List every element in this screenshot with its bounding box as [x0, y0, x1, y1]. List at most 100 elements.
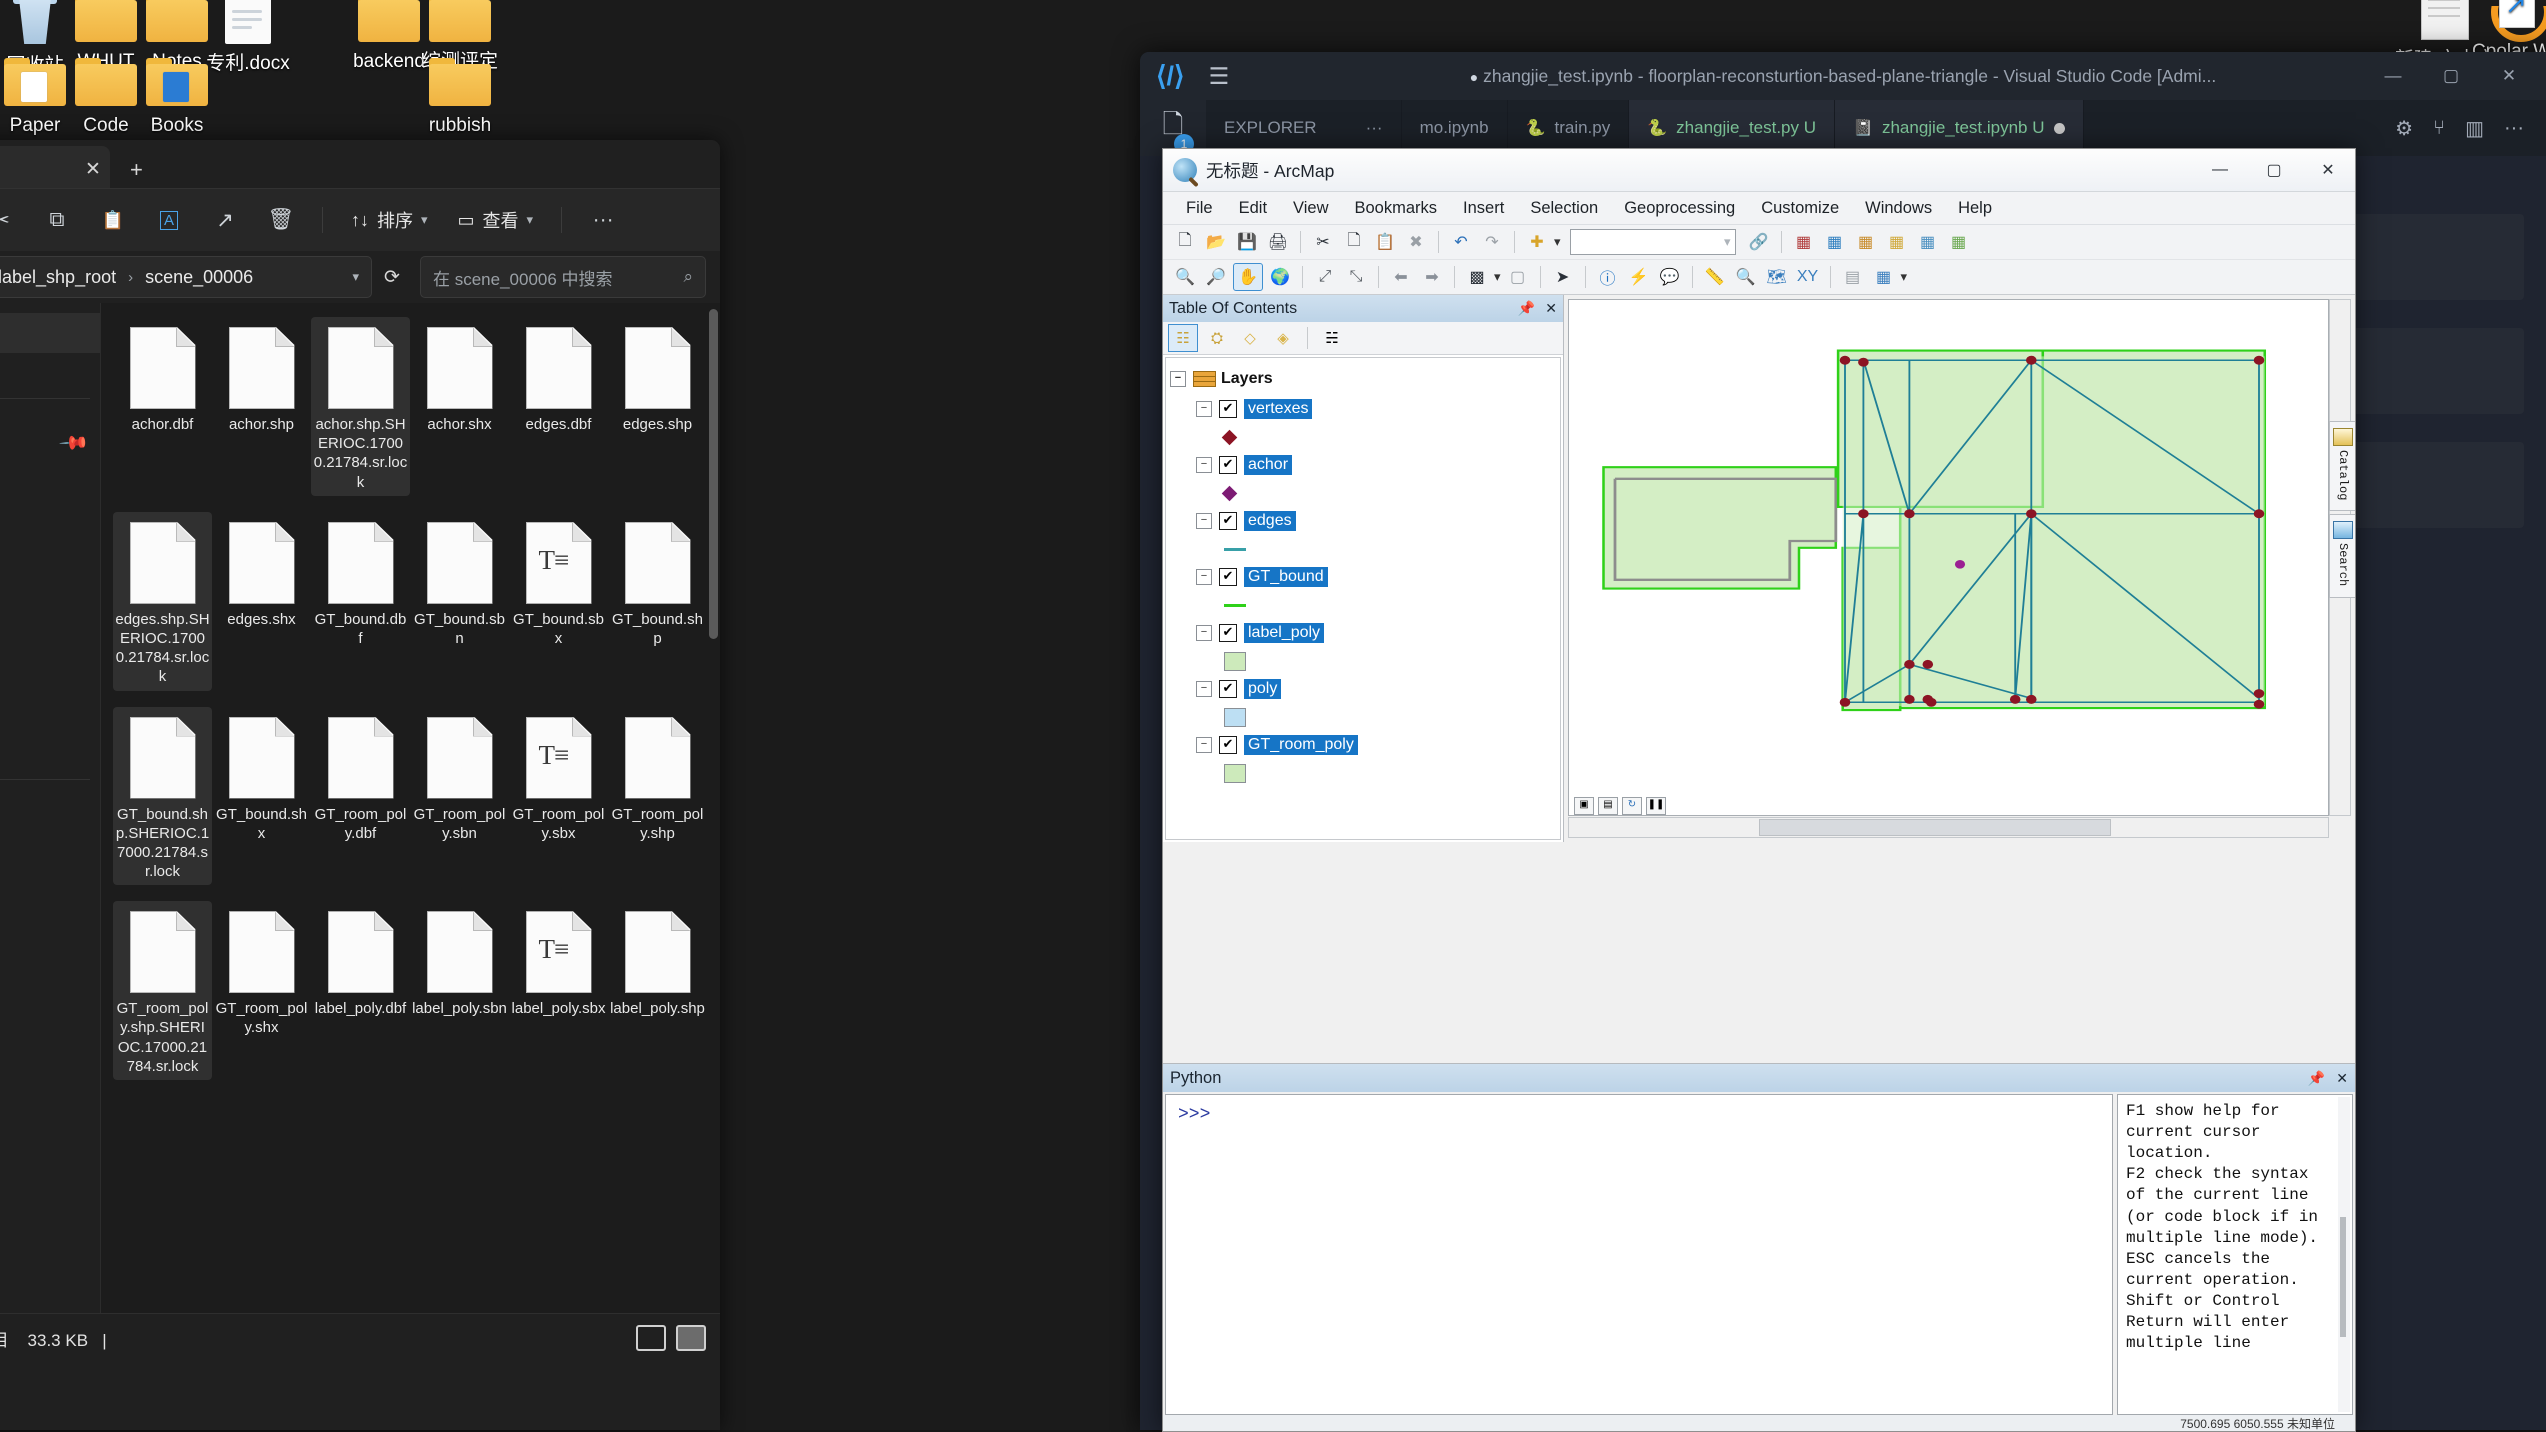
source-control-icon[interactable]: ⑂ [2433, 117, 2445, 140]
more-actions-icon[interactable]: ··· [1366, 118, 1383, 138]
open-icon[interactable]: 📂 [1202, 229, 1230, 255]
chevron-down-icon[interactable]: ▾ [352, 269, 359, 285]
file-item[interactable]: achor.shp [212, 317, 311, 496]
map-canvas[interactable] [1568, 299, 2329, 816]
fixed-zoom-in-icon[interactable]: ⤢ [1311, 264, 1339, 290]
file-item[interactable]: GT_bound.shp [608, 512, 707, 691]
minimize-icon[interactable]: — [2364, 52, 2422, 100]
menu-geoprocessing[interactable]: Geoprocessing [1611, 192, 1748, 224]
file-item[interactable]: achor.dbf [113, 317, 212, 496]
toolbox-icon[interactable]: ▦ [1790, 229, 1818, 255]
menu-selection[interactable]: Selection [1517, 192, 1611, 224]
file-item[interactable]: GT_room_poly.sbx [509, 707, 608, 886]
file-item[interactable]: GT_bound.shp.SHERIOC.17000.21784.sr.lock [113, 706, 212, 886]
go-back-icon[interactable]: ⬅ [1387, 264, 1415, 290]
file-item[interactable]: GT_bound.sbx [509, 512, 608, 691]
editor-window-icon[interactable]: ▦ [1870, 264, 1898, 290]
toc-layer-edges[interactable]: − ✔ edges [1170, 506, 1556, 536]
file-item[interactable]: edges.shx [212, 512, 311, 691]
close-icon[interactable]: ✕ [2480, 52, 2538, 100]
arcmap-docked-side-tabs[interactable]: Catalog Search [2329, 421, 2355, 601]
file-item[interactable]: GT_room_poly.sbn [410, 707, 509, 886]
close-icon[interactable]: ✕ [2336, 1070, 2348, 1087]
tab-actions[interactable]: ⚙ ⑂ ▥ ··· [2373, 100, 2546, 156]
rename-button[interactable]: A [146, 200, 192, 240]
file-item[interactable]: edges.shp [608, 317, 707, 496]
file-item[interactable]: GT_room_poly.dbf [311, 707, 410, 886]
menu-file[interactable]: File [1173, 192, 1226, 224]
layer-visibility-checkbox[interactable]: ✔ [1219, 624, 1237, 642]
close-icon[interactable]: ✕ [85, 158, 101, 181]
file-item[interactable]: GT_bound.shx [212, 707, 311, 886]
html-popup-icon[interactable]: 💬 [1656, 264, 1684, 290]
large-icons-view-icon[interactable] [676, 1325, 706, 1351]
new-document-icon[interactable]: 🗋 [1171, 229, 1199, 255]
minimize-icon[interactable]: — [2193, 149, 2247, 191]
copy-icon[interactable]: 🗋 [1340, 229, 1368, 255]
zoom-out-icon[interactable]: 🔎 [1202, 264, 1230, 290]
side-tab-search[interactable]: Search [2329, 514, 2355, 598]
copy-button[interactable]: ⧉ [34, 200, 80, 240]
desktop-icon-books[interactable]: Books [112, 58, 242, 138]
identify-icon[interactable]: ⓘ [1594, 264, 1622, 290]
arcmap-window[interactable]: 无标题 - ArcMap — ▢ ✕ File Edit View Bookma… [1162, 148, 2356, 1432]
data-view-icon[interactable]: ▣ [1574, 797, 1594, 815]
map-scale-combo[interactable]: ▾ [1569, 229, 1736, 255]
pin-icon[interactable]: 📌 [2308, 1070, 2325, 1087]
explorer-navigation-pane[interactable]: Personal 📌 :) [0, 303, 101, 1313]
file-item[interactable]: label_poly.shp [608, 901, 707, 1080]
layer-name-label[interactable]: GT_bound [1244, 567, 1328, 587]
toc-layer-label_poly[interactable]: − ✔ label_poly [1170, 618, 1556, 648]
search-input[interactable]: 在 scene_00006 中搜索 ⌕ [420, 256, 706, 298]
layer-visibility-checkbox[interactable]: ✔ [1219, 680, 1237, 698]
breadcrumb-item-root[interactable]: label_shp_root [0, 267, 116, 288]
explorer-address-row[interactable]: › label_shp_root › scene_00006 ▾ ⟳ 在 sce… [0, 251, 720, 303]
toc-root-layers[interactable]: − Layers [1170, 364, 1556, 394]
python-console-input[interactable]: >>> [1165, 1094, 2113, 1415]
measure-icon[interactable]: 📏 [1701, 264, 1729, 290]
modelbuilder-icon[interactable]: ▦ [1852, 229, 1880, 255]
nav-item-personal[interactable]: Personal [0, 363, 100, 384]
breadcrumb-item-scene[interactable]: scene_00006 [145, 267, 253, 288]
save-icon[interactable]: 💾 [1233, 229, 1261, 255]
map-view-container[interactable]: ▣ ▤ ↻ ❚❚ [1564, 295, 2355, 842]
layer-visibility-checkbox[interactable]: ✔ [1219, 512, 1237, 530]
more-icon[interactable]: ··· [2504, 117, 2524, 140]
collapse-icon[interactable]: − [1170, 371, 1186, 387]
vscode-window-controls[interactable]: — ▢ ✕ [2364, 52, 2538, 100]
layer-name-label[interactable]: edges [1244, 511, 1296, 531]
list-by-drawing-order-icon[interactable]: ☷ [1168, 324, 1198, 352]
view-button[interactable]: ▭ 查看 ▾ [448, 200, 544, 240]
file-item[interactable]: GT_room_poly.shp.SHERIOC.17000.21784.sr.… [113, 901, 212, 1080]
scrollbar-thumb[interactable] [1759, 819, 2111, 836]
addin-icon[interactable]: ▦ [1945, 229, 1973, 255]
cut-icon[interactable]: ✂ [1309, 229, 1337, 255]
find-icon[interactable]: 🔍 [1732, 264, 1760, 290]
toc-layer-GT_bound[interactable]: − ✔ GT_bound [1170, 562, 1556, 592]
go-forward-icon[interactable]: ➡ [1418, 264, 1446, 290]
file-item[interactable]: achor.shp.SHERIOC.17000.21784.sr.lock [311, 317, 410, 496]
cut-button[interactable]: ✂ [0, 200, 24, 240]
file-item[interactable]: label_poly.sbn [410, 901, 509, 1080]
explorer-tabbar[interactable]: ✕ + [0, 140, 720, 188]
chevron-down-icon[interactable]: ▾ [1901, 269, 1908, 285]
go-to-xy-icon[interactable]: XY [1794, 264, 1822, 290]
python-header-buttons[interactable]: 📌 ✕ [2308, 1070, 2348, 1087]
menu-edit[interactable]: Edit [1226, 192, 1280, 224]
toc-layer-achor[interactable]: − ✔ achor [1170, 450, 1556, 480]
details-view-icon[interactable] [636, 1325, 666, 1351]
file-item[interactable]: GT_bound.dbf [311, 512, 410, 691]
arcmap-window-controls[interactable]: — ▢ ✕ [2193, 149, 2355, 191]
menu-view[interactable]: View [1280, 192, 1341, 224]
menu-windows[interactable]: Windows [1852, 192, 1945, 224]
close-icon[interactable]: ✕ [2301, 149, 2355, 191]
collapse-icon[interactable]: − [1196, 513, 1212, 529]
toc-layer-vertexes[interactable]: − ✔ vertexes [1170, 394, 1556, 424]
pin-icon[interactable]: 📌 [1518, 300, 1535, 317]
side-tab-catalog[interactable]: Catalog [2329, 421, 2355, 512]
layer-name-label[interactable]: vertexes [1244, 399, 1313, 419]
editor-toolbar-icon[interactable]: 🔗 [1745, 229, 1773, 255]
delete-button[interactable]: 🗑 [258, 200, 304, 240]
collapse-icon[interactable]: − [1196, 625, 1212, 641]
arcmap-standard-toolbar[interactable]: 🗋 📂 💾 🖨 ✂ 🗋 📋 ✖ ↶ ↷ ✚ ▾ ▾ 🔗 ▦ ▦ ▦ ▦ ▦ ▦ [1163, 225, 2355, 260]
